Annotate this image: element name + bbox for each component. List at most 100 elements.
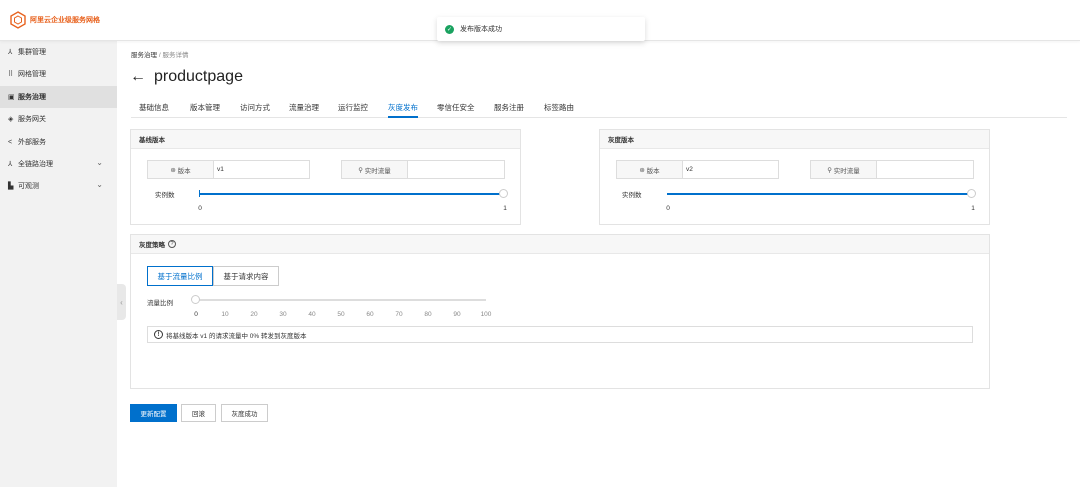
ratio-tick: 10 [221, 311, 229, 318]
tab-basic-info[interactable]: 基础信息 [139, 102, 169, 118]
request-content-option[interactable]: 基于请求内容 [213, 266, 279, 286]
baseline-panel: 基线版本 ⊛ 版本 v1 ⚲ 实时流量 实例数 0 1 [130, 129, 521, 225]
version-label-text: 版本 [646, 167, 660, 175]
version-icon: ⊛ [639, 166, 647, 174]
traffic-label-text: 实时流量 [364, 167, 391, 175]
tab-label-routing[interactable]: 标签路由 [544, 102, 574, 118]
sidebar-item-tracing[interactable]: ⅄ 全链路治理 ⌄ [0, 153, 117, 175]
sidebar-item-observability[interactable]: ▙ 可观测 ⌄ [0, 175, 117, 197]
sidebar-item-service[interactable]: ▣ 服务治理 [0, 86, 117, 108]
sidebar-item-label: 集群管理 [18, 49, 46, 56]
baseline-header: 基线版本 [131, 130, 520, 149]
ratio-tick: 70 [395, 311, 403, 318]
brand-name[interactable]: 阿里云企业级服务网格 [30, 15, 100, 25]
hexagon-logo-icon [10, 11, 26, 29]
chevron-down-icon[interactable]: ⌄ [96, 158, 103, 167]
baseline-instance-fill [199, 193, 504, 195]
ratio-track[interactable] [196, 299, 486, 301]
rollback-button[interactable]: 回滚 [181, 404, 216, 422]
service-icon: ▣ [8, 94, 15, 101]
page-title: productpage [154, 68, 243, 85]
chart-icon: ▙ [8, 183, 14, 190]
cluster-icon: ⅄ [8, 49, 13, 56]
traffic-icon: ⚲ [827, 166, 834, 174]
traffic-label-text: 实时流量 [833, 167, 860, 175]
sidebar-item-cluster[interactable]: ⅄ 集群管理 [0, 41, 117, 63]
notice-text: 将基线版本 v1 的请求流量中 0% 转发到灰度版本 [166, 332, 307, 340]
strategy-panel: 灰度策略 ? 基于流量比例 基于请求内容 流量比例 0 10 20 30 40 50 60 7… [130, 234, 990, 389]
tab-canary[interactable]: 灰度发布 [388, 102, 418, 118]
ratio-tick: 20 [250, 311, 258, 318]
traffic-ratio-option[interactable]: 基于流量比例 [147, 266, 213, 286]
sidebar-item-label: 服务网关 [18, 116, 46, 123]
tab-monitoring[interactable]: 运行监控 [338, 102, 368, 118]
sidebar-item-label: 外部服务 [18, 139, 46, 146]
back-arrow-icon[interactable]: ← [130, 68, 146, 86]
ratio-tick: 100 [480, 311, 492, 318]
ratio-knob[interactable] [191, 295, 200, 304]
toast-message: 发布版本成功 [460, 26, 502, 33]
breadcrumb-separator: / [158, 52, 161, 59]
slider-max: 1 [971, 205, 975, 212]
help-icon[interactable]: ? [168, 240, 176, 248]
chevron-down-icon[interactable]: ⌄ [96, 180, 103, 189]
traffic-icon: ⚲ [358, 166, 365, 174]
version-icon: ⊛ [170, 166, 178, 174]
gateway-icon: ◈ [8, 116, 14, 123]
sidebar-item-external[interactable]: < 外部服务 [0, 131, 117, 153]
ratio-label: 流量比例 [147, 300, 173, 307]
ratio-tick: 0 [194, 311, 198, 318]
share-icon: < [8, 138, 13, 146]
canary-instance-knob[interactable] [967, 189, 976, 198]
sidebar-item-mesh[interactable]: ⠿ 网格管理 [0, 63, 117, 85]
title-row: ← productpage [130, 68, 243, 86]
canary-version-value: v2 [686, 166, 693, 173]
ratio-tick: 40 [308, 311, 316, 318]
sidebar-item-gateway[interactable]: ◈ 服务网关 [0, 108, 117, 130]
baseline-version-value: v1 [217, 166, 224, 173]
main-content: 服务治理 / 服务详情 ← productpage 基础信息 版本管理 访问方式… [117, 41, 1080, 487]
sidebar-item-label: 网格管理 [18, 71, 46, 78]
canary-panel: 灰度版本 ⊛ 版本 v2 ⚲ 实时流量 实例数 0 1 [599, 129, 990, 225]
slider-start-mark [199, 190, 200, 197]
tab-registry[interactable]: 服务注册 [494, 102, 524, 118]
canary-header: 灰度版本 [600, 130, 989, 149]
baseline-traffic-field: ⚲ 实时流量 [341, 160, 505, 179]
sidebar-item-label: 服务治理 [18, 94, 46, 101]
tab-bar: 基础信息 版本管理 访问方式 流量治理 运行监控 灰度发布 零信任安全 服务注册… [131, 98, 1067, 118]
slider-min: 0 [666, 205, 670, 212]
check-circle-icon: ✓ [445, 24, 454, 34]
strategy-title: 灰度策略 [139, 242, 165, 249]
ratio-tick: 50 [337, 311, 345, 318]
baseline-version-field: ⊛ 版本 v1 [147, 160, 310, 179]
instances-label: 实例数 [155, 192, 175, 199]
traffic-label: ⚲ 实时流量 [811, 161, 877, 178]
success-toast: ✓ 发布版本成功 [437, 17, 645, 41]
instances-label: 实例数 [622, 192, 642, 199]
breadcrumb: 服务治理 / 服务详情 [131, 49, 188, 59]
slider-min: 0 [198, 205, 202, 212]
update-config-button[interactable]: 更新配置 [130, 404, 177, 422]
sidebar: ⅄ 集群管理 ⠿ 网格管理 ▣ 服务治理 ◈ 服务网关 < 外部服务 ⅄ 全链路… [0, 41, 117, 487]
version-label-text: 版本 [177, 167, 191, 175]
tab-access[interactable]: 访问方式 [240, 102, 270, 118]
tab-versions[interactable]: 版本管理 [190, 102, 220, 118]
ratio-tick: 90 [453, 311, 461, 318]
trace-icon: ⅄ [8, 161, 13, 168]
grid-icon: ⠿ [8, 71, 14, 78]
strategy-header: 灰度策略 ? [131, 235, 989, 254]
tab-zero-trust[interactable]: 零信任安全 [437, 102, 475, 118]
sidebar-item-label: 全链路治理 [18, 161, 53, 168]
breadcrumb-root[interactable]: 服务治理 [131, 52, 157, 59]
routing-notice: ! 将基线版本 v1 的请求流量中 0% 转发到灰度版本 [147, 326, 973, 343]
canary-traffic-field: ⚲ 实时流量 [810, 160, 974, 179]
tab-traffic[interactable]: 流量治理 [289, 102, 319, 118]
sidebar-item-label: 可观测 [18, 183, 39, 190]
slider-max: 1 [503, 205, 507, 212]
canary-success-button[interactable]: 灰度成功 [221, 404, 268, 422]
exclamation-icon: ! [154, 330, 163, 339]
baseline-instance-knob[interactable] [499, 189, 508, 198]
traffic-label: ⚲ 实时流量 [342, 161, 408, 178]
breadcrumb-current: 服务详情 [162, 52, 189, 59]
version-label: ⊛ 版本 [617, 161, 683, 178]
